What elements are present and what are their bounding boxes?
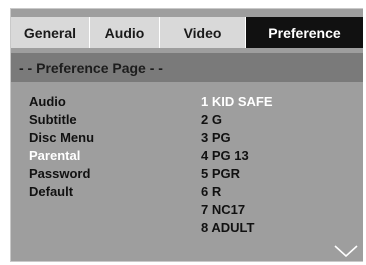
tab-bar: General Audio Video Preference xyxy=(11,17,363,48)
tab-general[interactable]: General xyxy=(11,17,90,48)
tab-video[interactable]: Video xyxy=(160,17,246,48)
settings-list: Audio Subtitle Disc Menu Parental Passwo… xyxy=(29,93,94,201)
setup-menu-screen: General Audio Video Preference - - Prefe… xyxy=(10,8,363,262)
option-kid-safe[interactable]: 1 KID SAFE xyxy=(201,93,273,111)
menu-item-password[interactable]: Password xyxy=(29,165,94,183)
parental-options-list: 1 KID SAFE 2 G 3 PG 4 PG 13 5 PGR 6 R 7 … xyxy=(201,93,273,237)
chevron-down-icon[interactable] xyxy=(334,245,358,257)
option-nc17[interactable]: 7 NC17 xyxy=(201,201,273,219)
option-pg[interactable]: 3 PG xyxy=(201,129,273,147)
menu-item-subtitle[interactable]: Subtitle xyxy=(29,111,94,129)
option-pgr[interactable]: 5 PGR xyxy=(201,165,273,183)
tab-preference[interactable]: Preference xyxy=(246,17,363,48)
menu-item-audio[interactable]: Audio xyxy=(29,93,94,111)
option-r[interactable]: 6 R xyxy=(201,183,273,201)
option-adult[interactable]: 8 ADULT xyxy=(201,219,273,237)
option-pg13[interactable]: 4 PG 13 xyxy=(201,147,273,165)
option-g[interactable]: 2 G xyxy=(201,111,273,129)
tab-audio[interactable]: Audio xyxy=(90,17,160,48)
menu-item-parental[interactable]: Parental xyxy=(29,147,94,165)
menu-item-default[interactable]: Default xyxy=(29,183,94,201)
menu-item-disc-menu[interactable]: Disc Menu xyxy=(29,129,94,147)
page-title: - - Preference Page - - xyxy=(11,53,363,82)
